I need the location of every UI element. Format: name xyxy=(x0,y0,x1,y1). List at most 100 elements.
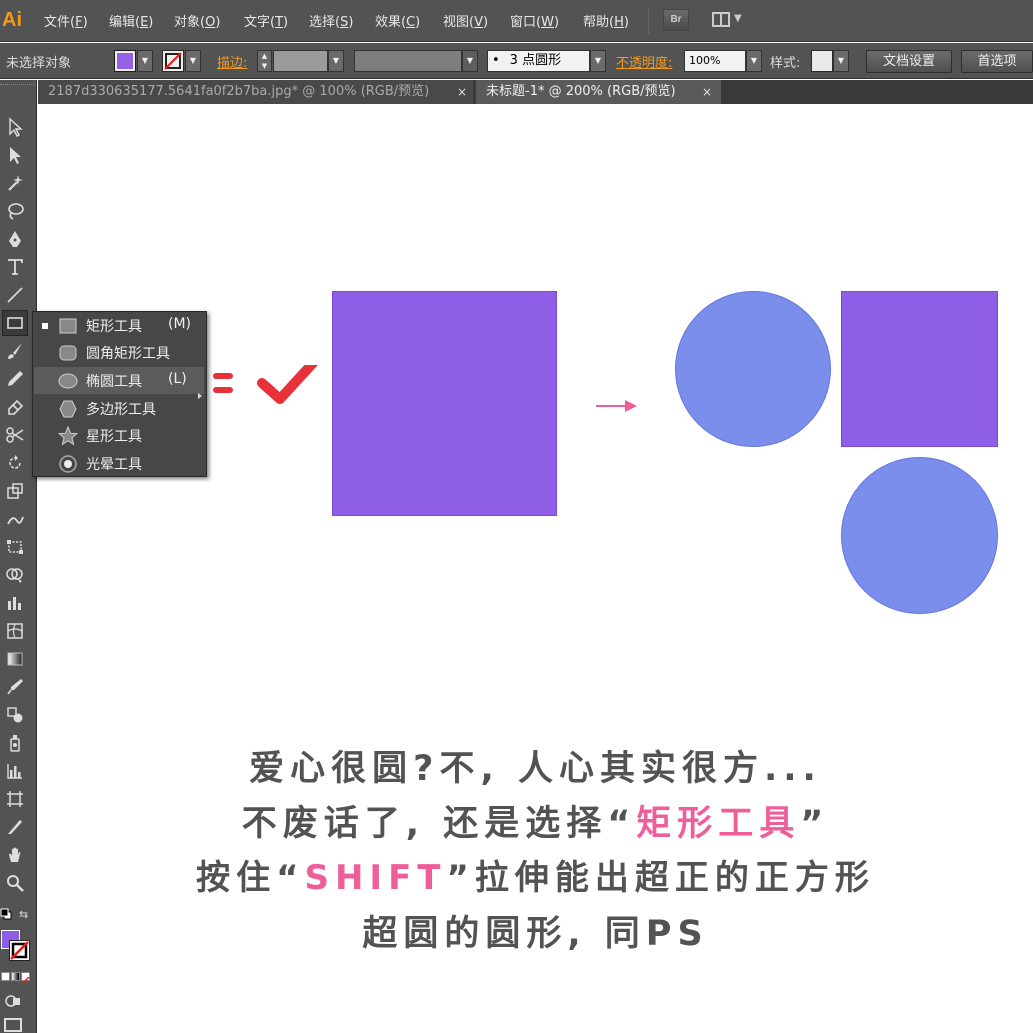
graph-tool[interactable] xyxy=(2,590,28,616)
pen-tool[interactable] xyxy=(2,226,28,252)
menu-effect[interactable]: 效果(C) xyxy=(375,11,420,30)
arrange-documents-button[interactable]: ▼ xyxy=(710,9,744,31)
opacity-field[interactable]: 100% xyxy=(684,50,746,72)
direct-selection-tool[interactable] xyxy=(2,142,28,168)
flyout-item-rectangle[interactable]: 矩形工具 (M) xyxy=(34,312,204,339)
scale-tool[interactable] xyxy=(2,478,28,504)
chevron-down-icon: ▼ xyxy=(734,13,742,24)
close-icon[interactable]: × xyxy=(457,80,467,104)
mesh-icon xyxy=(7,623,23,639)
flare-icon xyxy=(59,455,77,473)
brush-definition-dropdown[interactable]: ▼ xyxy=(590,50,606,72)
magic-wand-tool[interactable] xyxy=(2,170,28,196)
panel-grip[interactable] xyxy=(0,84,36,88)
symbol-sprayer-icon xyxy=(10,735,20,752)
gradient-mode-icon[interactable] xyxy=(11,972,20,981)
caption-line-3: 按住“SHIFT”拉伸能出超正的正方形 xyxy=(196,858,875,898)
gradient-tool[interactable] xyxy=(2,646,28,672)
symbol-sprayer-tool[interactable] xyxy=(2,730,28,756)
menu-type[interactable]: 文字(T) xyxy=(244,11,288,30)
menu-select[interactable]: 选择(S) xyxy=(309,11,353,30)
slice-tool[interactable] xyxy=(2,814,28,840)
hand-tool[interactable] xyxy=(2,842,28,868)
paintbrush-tool[interactable] xyxy=(2,338,28,364)
menu-view[interactable]: 视图(V) xyxy=(443,11,488,30)
drawing-mode-icon[interactable] xyxy=(4,992,22,1010)
stroke-weight-dropdown[interactable]: ▼ xyxy=(328,50,344,72)
none-mode-icon[interactable] xyxy=(21,972,30,985)
paintbrush-icon xyxy=(8,343,22,359)
document-setup-button[interactable]: 文档设置 xyxy=(866,50,952,73)
warp-tool[interactable] xyxy=(2,506,28,532)
menu-window[interactable]: 窗口(W) xyxy=(510,11,559,30)
checkmark-icon xyxy=(257,365,318,404)
flyout-item-ellipse[interactable]: 椭圆工具 (L) xyxy=(34,367,204,394)
stroke-weight-field[interactable] xyxy=(273,50,328,72)
purple-square-shape[interactable] xyxy=(332,291,557,516)
graphic-style-dropdown[interactable]: ▼ xyxy=(833,50,849,72)
pencil-tool[interactable] xyxy=(2,366,28,392)
preferences-button[interactable]: 首选项 xyxy=(961,50,1033,73)
flyout-item-star[interactable]: 星形工具 xyxy=(34,422,204,449)
variable-width-dropdown[interactable]: ▼ xyxy=(462,50,478,72)
scale-icon xyxy=(7,483,23,499)
blue-circle-shape[interactable] xyxy=(675,291,831,447)
scissors-tool[interactable] xyxy=(2,422,28,448)
menu-edit[interactable]: 编辑(E) xyxy=(109,11,153,30)
blue-circle-shape-lower[interactable] xyxy=(841,457,998,614)
variable-width-profile[interactable] xyxy=(354,50,462,72)
menu-object[interactable]: 对象(O) xyxy=(174,11,220,30)
blob-brush-tool[interactable] xyxy=(2,394,28,420)
bridge-button[interactable]: Br xyxy=(663,9,689,31)
eyedropper-tool[interactable] xyxy=(2,674,28,700)
stroke-color-swatch[interactable] xyxy=(162,50,184,72)
lasso-tool[interactable] xyxy=(2,198,28,224)
artboard-tool[interactable] xyxy=(2,786,28,812)
flyout-item-rounded-rectangle[interactable]: 圆角矩形工具 xyxy=(34,339,204,366)
fill-dropdown[interactable]: ▼ xyxy=(137,50,153,72)
shape-builder-tool[interactable] xyxy=(2,562,28,588)
shape-tools-flyout: 矩形工具 (M) 圆角矩形工具 椭圆工具 (L) 多边形工具 星形工具 光晕工具 xyxy=(32,311,207,477)
tab-document-jpg[interactable]: 2187d330635177.5641fa0f2b7ba.jpg* @ 100%… xyxy=(38,80,473,104)
type-icon xyxy=(8,259,23,275)
stroke-weight-label[interactable]: 描边: xyxy=(217,52,247,71)
type-tool[interactable] xyxy=(2,254,28,280)
selection-tool[interactable] xyxy=(2,114,28,140)
fill-color-swatch[interactable] xyxy=(114,50,136,72)
pencil-icon xyxy=(8,371,23,386)
magic-wand-icon xyxy=(8,175,23,191)
brush-definition-field[interactable]: • 3 点圆形 xyxy=(487,50,590,72)
mesh-tool[interactable] xyxy=(2,618,28,644)
toolbar-stroke-swatch[interactable] xyxy=(9,940,30,961)
pen-icon xyxy=(9,231,21,247)
flyout-item-flare[interactable]: 光晕工具 xyxy=(34,450,204,477)
zoom-tool[interactable] xyxy=(2,870,28,896)
flyout-tearoff-arrow-icon[interactable] xyxy=(198,393,202,399)
flyout-item-polygon[interactable]: 多边形工具 xyxy=(34,395,204,422)
graphic-style-swatch[interactable] xyxy=(811,50,833,72)
column-graph-tool[interactable] xyxy=(2,758,28,784)
blend-tool[interactable] xyxy=(2,702,28,728)
polygon-icon xyxy=(59,400,77,418)
purple-square-shape-small[interactable] xyxy=(841,291,998,447)
menu-help[interactable]: 帮助(H) xyxy=(583,11,629,30)
screen-mode-icon[interactable] xyxy=(4,1018,22,1032)
rotate-tool[interactable] xyxy=(2,450,28,476)
menu-file[interactable]: 文件(F) xyxy=(44,11,88,30)
opacity-dropdown[interactable]: ▼ xyxy=(746,50,762,72)
opacity-label[interactable]: 不透明度: xyxy=(616,52,672,71)
stroke-dropdown[interactable]: ▼ xyxy=(185,50,201,72)
free-transform-tool[interactable] xyxy=(2,534,28,560)
graph-icon xyxy=(8,597,21,610)
default-fill-stroke-icon[interactable] xyxy=(0,908,12,920)
layout-grid-icon xyxy=(712,12,730,27)
close-icon[interactable]: × xyxy=(702,80,712,104)
tab-untitled-1[interactable]: 未标题-1* @ 200% (RGB/预览) xyxy=(476,80,721,104)
swap-fill-stroke-icon[interactable]: ⇆ xyxy=(19,908,33,922)
stroke-weight-stepper[interactable]: ▲ ▼ xyxy=(257,50,272,72)
selection-status: 未选择对象 xyxy=(6,56,72,71)
rectangle-tool[interactable] xyxy=(2,310,28,336)
color-mode-icon[interactable] xyxy=(1,972,10,981)
line-segment-tool[interactable] xyxy=(2,282,28,308)
zoom-icon xyxy=(7,875,24,892)
